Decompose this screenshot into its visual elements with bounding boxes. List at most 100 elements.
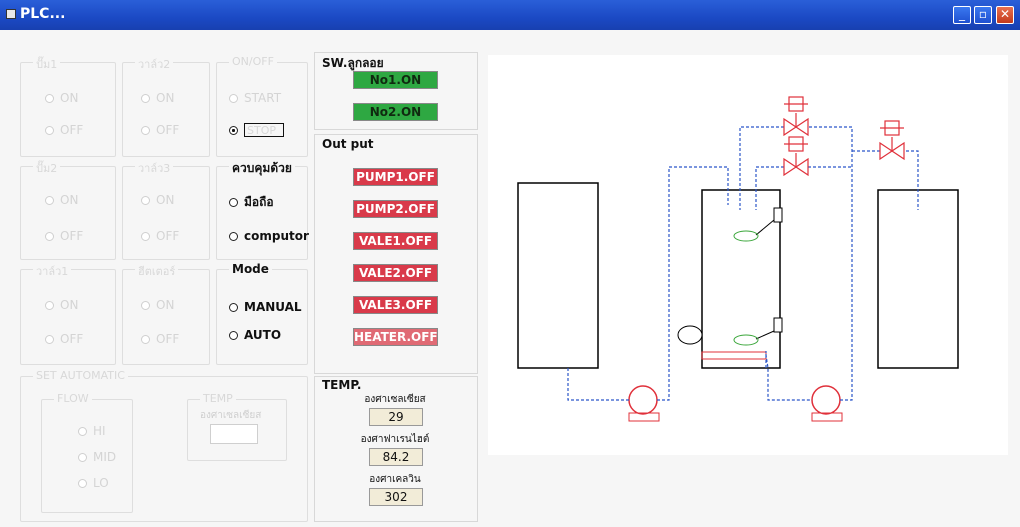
radio-stop[interactable]: STOP — [229, 123, 284, 137]
radio-label: HI — [93, 424, 106, 438]
radio-icon — [45, 125, 54, 135]
app-icon — [6, 9, 16, 19]
valve3-status: VALE3.OFF — [353, 296, 438, 314]
group-title: ON/OFF — [229, 55, 277, 68]
radio-heater-on[interactable]: ON — [141, 298, 174, 312]
tank-left — [517, 182, 599, 369]
radio-checked-icon — [229, 125, 238, 135]
float-switch-bottom-icon — [773, 317, 783, 333]
radio-icon — [229, 302, 238, 312]
radio-valve3-on[interactable]: ON — [141, 193, 174, 207]
group-mode: Mode MANUAL AUTO — [216, 262, 308, 365]
radio-icon — [45, 195, 54, 205]
group-flow: FLOW HI MID LO — [41, 392, 133, 513]
radio-pump2-on[interactable]: ON — [45, 193, 78, 207]
group-title: ควบคุมด้วย — [229, 159, 295, 178]
group-title: ฮีตเตอร์ — [135, 262, 179, 280]
radio-pump2-off[interactable]: OFF — [45, 229, 83, 243]
heater-status: HEATER.OFF — [353, 328, 438, 346]
group-title: วาล์ว2 — [135, 55, 174, 73]
float-switch-1-status: No1.ON — [353, 71, 438, 89]
close-button[interactable]: ✕ — [996, 6, 1014, 24]
group-valve2: วาล์ว2 ON OFF — [122, 55, 210, 157]
radio-icon — [45, 300, 54, 310]
radio-valve2-on[interactable]: ON — [141, 91, 174, 105]
radio-pump1-on[interactable]: ON — [45, 91, 78, 105]
window-title: PLC... — [20, 6, 66, 22]
valve1-status: VALE1.OFF — [353, 232, 438, 250]
group-title: ปั๊ม1 — [33, 55, 61, 73]
group-control: ควบคุมด้วย มือถือ computor — [216, 159, 309, 260]
radio-manual[interactable]: MANUAL — [229, 300, 302, 314]
radio-flow-lo[interactable]: LO — [78, 476, 109, 490]
radio-label: ON — [156, 298, 175, 312]
tank-right — [877, 189, 959, 369]
radio-flow-hi[interactable]: HI — [78, 424, 106, 438]
temp-setpoint-input[interactable] — [210, 424, 258, 444]
radio-label: AUTO — [244, 328, 282, 342]
celsius-value: 29 — [369, 408, 423, 426]
pump2-status: PUMP2.OFF — [353, 200, 438, 218]
radio-label: OFF — [60, 123, 84, 137]
title-bar: PLC... _ ▫ ✕ — [0, 0, 1020, 30]
radio-icon — [45, 334, 54, 344]
radio-start[interactable]: START — [229, 91, 281, 105]
radio-label: OFF — [156, 123, 180, 137]
radio-auto[interactable]: AUTO — [229, 328, 281, 342]
valve2-status: VALE2.OFF — [353, 264, 438, 282]
radio-valve3-off[interactable]: OFF — [141, 229, 179, 243]
group-valve1: วาล์ว1 ON OFF — [20, 262, 116, 365]
radio-icon — [229, 93, 238, 103]
radio-label: ON — [60, 298, 79, 312]
radio-label: OFF — [156, 332, 180, 346]
pump2-icon — [811, 385, 841, 415]
group-title: TEMP — [200, 392, 236, 405]
kelvin-label: องศาเคลวิน — [369, 474, 421, 485]
group-title: SET AUTOMATIC — [33, 369, 128, 382]
radio-label: MID — [93, 450, 117, 464]
radio-label: มือถือ — [244, 195, 274, 209]
radio-label: OFF — [60, 229, 84, 243]
radio-icon — [229, 198, 238, 207]
group-title: ปั๊ม2 — [33, 159, 61, 177]
group-pump1: ปั๊ม1 ON OFF — [20, 55, 116, 157]
kelvin-value: 302 — [369, 488, 423, 506]
minimize-button[interactable]: _ — [953, 6, 971, 24]
radio-icon — [78, 426, 87, 436]
radio-valve2-off[interactable]: OFF — [141, 123, 179, 137]
radio-pump1-off[interactable]: OFF — [45, 123, 83, 137]
radio-flow-mid[interactable]: MID — [78, 450, 116, 464]
float-switch-2-status: No2.ON — [353, 103, 438, 121]
float-switch-top-icon — [773, 207, 783, 223]
radio-icon — [78, 478, 87, 488]
group-onoff: ON/OFF START STOP — [216, 55, 308, 157]
temperature-sensor-icon — [677, 325, 703, 345]
radio-icon — [141, 93, 150, 103]
radio-valve1-off[interactable]: OFF — [45, 332, 83, 346]
radio-icon — [141, 125, 150, 135]
plc-window: PLC... _ ▫ ✕ ปั๊ม1 ON OFF วาล์ว2 ON OFF … — [0, 0, 1020, 527]
group-title: FLOW — [54, 392, 92, 405]
radio-icon — [78, 452, 87, 462]
radio-heater-off[interactable]: OFF — [141, 332, 179, 346]
radio-label: ON — [156, 193, 175, 207]
radio-label: OFF — [60, 332, 84, 346]
temp-setpoint-label: องศาเซลเซียส — [200, 410, 262, 421]
radio-icon — [229, 330, 238, 340]
radio-icon — [45, 93, 54, 103]
radio-label: START — [244, 91, 282, 105]
radio-label: computor — [244, 229, 309, 243]
radio-computor[interactable]: computor — [229, 229, 309, 243]
group-temp-setpoint: TEMP องศาเซลเซียส — [187, 392, 287, 461]
radio-mobile[interactable]: มือถือ — [229, 193, 274, 212]
maximize-button[interactable]: ▫ — [974, 6, 992, 24]
group-valve3: วาล์ว3 ON OFF — [122, 159, 210, 260]
group-title: วาล์ว3 — [135, 159, 174, 177]
radio-icon — [141, 195, 150, 205]
radio-label: ON — [60, 91, 79, 105]
radio-icon — [45, 231, 54, 241]
radio-label: LO — [93, 476, 109, 490]
radio-valve1-on[interactable]: ON — [45, 298, 78, 312]
tank-center — [701, 189, 781, 369]
radio-label: STOP — [244, 123, 284, 137]
